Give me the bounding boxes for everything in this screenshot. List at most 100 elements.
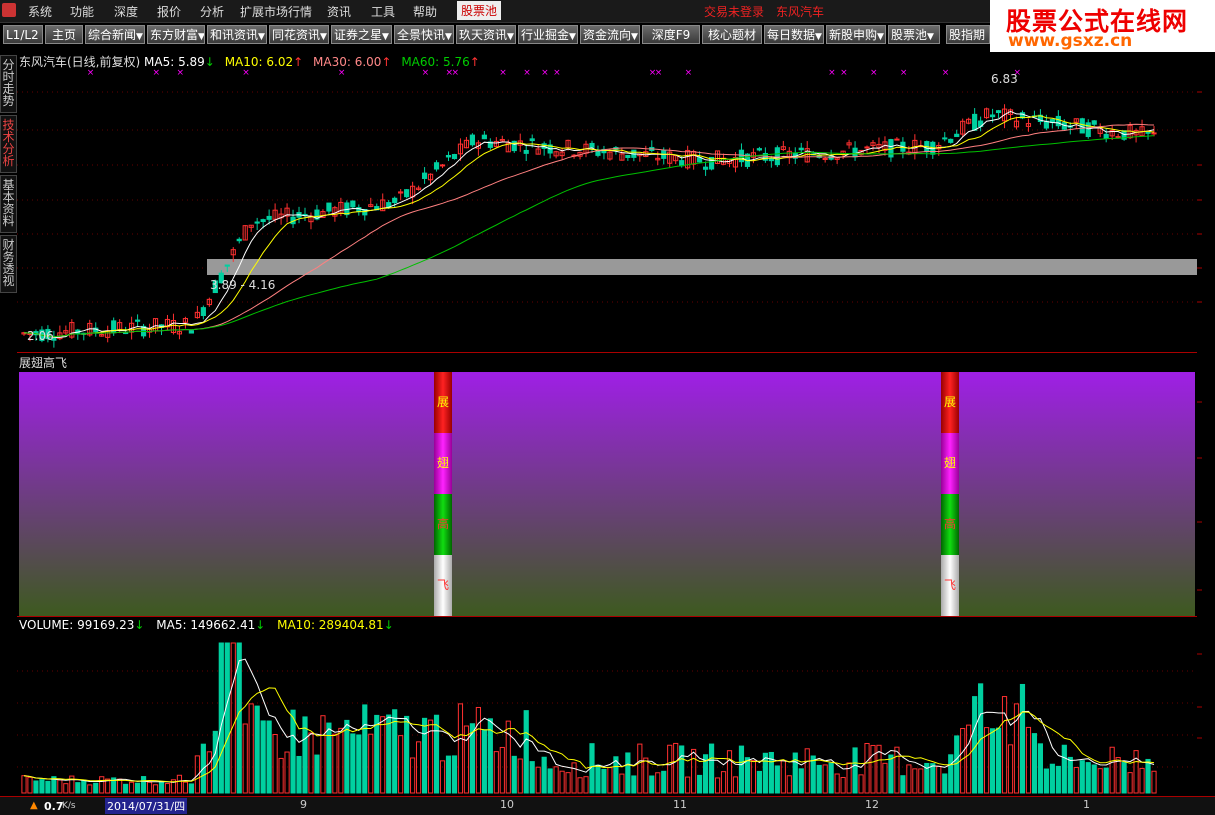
month-tick: 1: [1083, 798, 1090, 811]
volume-bar: [1055, 765, 1061, 794]
candle-body: [481, 134, 487, 140]
ths-button[interactable]: 同花资讯▼: [269, 25, 329, 44]
volume-bar: [499, 746, 505, 794]
volume-bar: [1085, 762, 1091, 794]
volume-bar: [607, 767, 613, 794]
volume-bar: [744, 757, 751, 794]
range-label: 3.89 - 4.16: [210, 278, 276, 292]
candle-body: [989, 114, 996, 118]
daily-data-label: 每日数据: [767, 28, 816, 42]
cursor-date: 2014/07/31/四: [105, 798, 188, 814]
indicator-panel[interactable]: 展翅高飞 展 翅 高 飞 展 翅 高 飞: [17, 352, 1197, 617]
daily-data-button[interactable]: 每日数据▼: [764, 25, 824, 44]
menu-system[interactable]: 系统: [28, 3, 52, 20]
side-tab-financials[interactable]: 财务透视: [0, 235, 17, 293]
news-button[interactable]: 综合新闻▼: [85, 25, 145, 44]
menu-news[interactable]: 资讯: [327, 3, 351, 20]
volume-bar: [625, 752, 631, 794]
side-tab-timeshare[interactable]: 分时走势: [0, 55, 17, 113]
side-tab-fundamentals[interactable]: 基本资料: [0, 175, 17, 233]
volume-bar: [720, 771, 727, 794]
capital-flow-label: 资金流向: [583, 28, 632, 42]
candle-body: [392, 197, 398, 204]
hexun-label: 和讯资讯: [210, 28, 259, 42]
stock-pool-button[interactable]: 股票池▼: [888, 25, 940, 44]
signal-label: 飞: [434, 555, 452, 616]
eastmoney-button[interactable]: 东方财富▼: [147, 25, 205, 44]
candle-body: [864, 146, 870, 149]
signal-marker: ×: [499, 68, 507, 78]
depth-f9-button[interactable]: 深度F9: [642, 25, 700, 44]
volume-bar: [445, 755, 452, 794]
menu-extended-market[interactable]: 扩展市场行情: [240, 3, 312, 20]
dropdown-arrow-icon: ▼: [815, 32, 822, 42]
menu-stock-pool[interactable]: 股票池: [457, 1, 502, 20]
candle-body: [972, 113, 978, 131]
kline-chart[interactable]: 东风汽车(日线,前复权) MA5: 5.89↓ MA10: 6.02↑ MA30…: [17, 52, 1198, 352]
volume-bar: [421, 717, 428, 794]
candle-body: [852, 147, 858, 158]
watermark-banner: 股票公式在线网 www.gsxz.cn: [990, 0, 1215, 52]
candle-body: [433, 162, 440, 170]
candle-body: [798, 147, 804, 151]
candle-body: [469, 134, 476, 146]
menu-help[interactable]: 帮助: [413, 3, 437, 20]
menu-depth[interactable]: 深度: [114, 3, 138, 20]
panorama-button[interactable]: 全景快讯▼: [394, 25, 454, 44]
volume-bar: [679, 745, 685, 794]
volume-bar: [1115, 757, 1121, 794]
signal-label: 飞: [941, 555, 959, 616]
volume-bar: [948, 754, 954, 794]
volume-bar: [410, 757, 416, 794]
volume-bar: [146, 781, 153, 794]
stockstar-label: 证券之星: [334, 28, 383, 42]
core-theme-button[interactable]: 核心题材: [702, 25, 762, 44]
candle-body: [224, 264, 230, 267]
volume-bar: [1037, 743, 1044, 794]
depth-f9-label: 深度F9: [651, 28, 691, 42]
industry-button[interactable]: 行业掘金▼: [518, 25, 578, 44]
volume-bar: [559, 770, 565, 794]
menu-analysis[interactable]: 分析: [200, 3, 224, 20]
kline-plot: × × × × × × ×× × × × × ×× × × × × × × ×: [17, 68, 1197, 348]
index-futures-label: 股指期: [949, 28, 986, 42]
support-band: [207, 259, 1197, 275]
candle-body: [954, 133, 960, 138]
volume-bar: [380, 716, 386, 794]
volume-bar: [493, 751, 499, 794]
jiutian-button[interactable]: 玖天资讯▼: [456, 25, 516, 44]
hexun-button[interactable]: 和讯资讯▼: [207, 25, 267, 44]
stockstar-button[interactable]: 证券之星▼: [331, 25, 392, 44]
home-button[interactable]: 主页: [45, 25, 83, 44]
candle-body: [421, 172, 428, 179]
menu-quote[interactable]: 报价: [157, 3, 181, 20]
candle-body: [1151, 132, 1157, 135]
signal-label: 翅: [434, 433, 452, 494]
l1-l2-button[interactable]: L1/L2: [3, 25, 43, 44]
volume-panel[interactable]: VOLUME: 99169.23↓ MA5: 149662.41↓ MA10: …: [17, 616, 1197, 795]
candle-body: [326, 202, 332, 212]
index-futures-button[interactable]: 股指期: [946, 25, 990, 44]
volume-bar: [511, 755, 517, 794]
volume-bar: [164, 783, 171, 794]
volume-bar: [792, 752, 798, 794]
candle-body: [942, 137, 948, 140]
ipo-button[interactable]: 新股申购▼: [826, 25, 886, 44]
volume-bar: [123, 783, 129, 794]
login-status[interactable]: 交易未登录: [704, 3, 764, 20]
ma30-line: [23, 123, 1155, 338]
volume-bar: [457, 703, 464, 794]
candle-body: [774, 147, 780, 166]
volume-bar: [553, 766, 559, 794]
volume-bar: [326, 722, 332, 794]
signal-label: 高: [941, 494, 959, 555]
capital-flow-button[interactable]: 资金流向▼: [580, 25, 640, 44]
signal-marker: ×: [422, 68, 430, 78]
volume-bar: [685, 776, 691, 794]
volume-plot: [17, 642, 1197, 794]
menu-function[interactable]: 功能: [70, 3, 94, 20]
side-tab-technical[interactable]: 技术分析: [0, 115, 17, 173]
menu-tools[interactable]: 工具: [371, 3, 395, 20]
ma5-line: [23, 110, 1155, 339]
volume-bar: [1043, 768, 1049, 794]
